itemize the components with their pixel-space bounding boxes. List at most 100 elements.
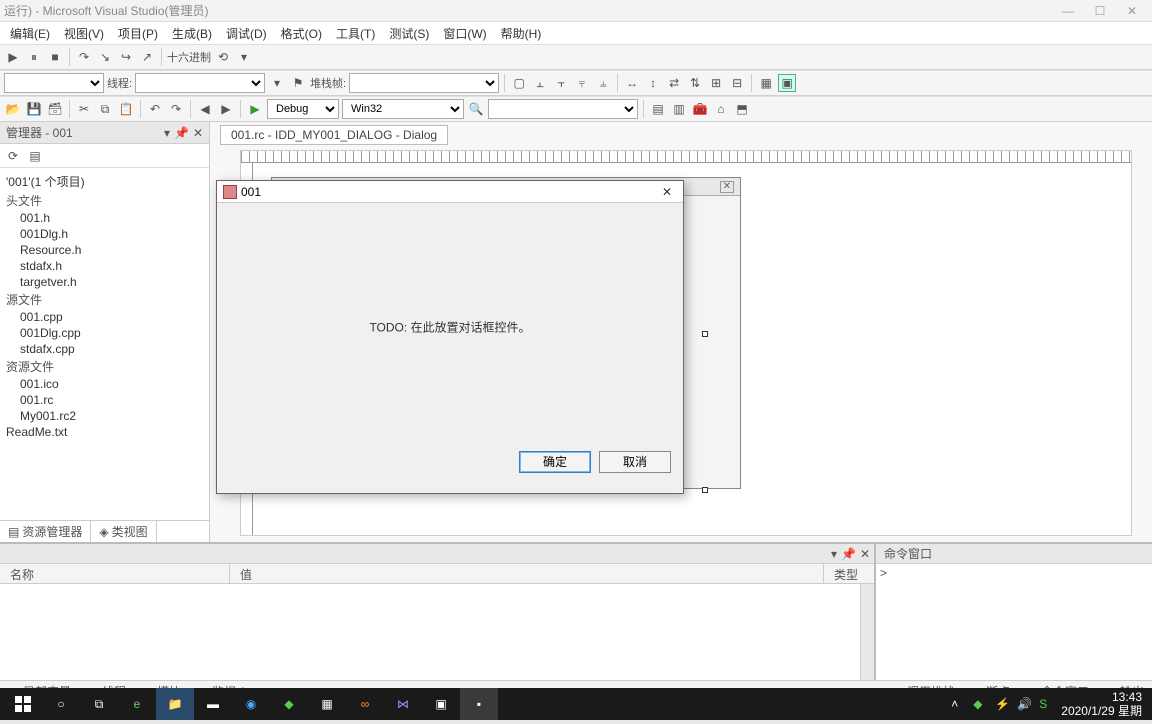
menu-window[interactable]: 窗口(W)	[437, 23, 492, 44]
menu-edit[interactable]: 编辑(E)	[4, 23, 56, 44]
find-icon[interactable]: 🔍	[467, 100, 485, 118]
tree-item[interactable]: 001Dlg.cpp	[20, 325, 203, 341]
tab-class-view[interactable]: ◈类视图	[91, 521, 156, 542]
open-icon[interactable]: 📂	[4, 100, 22, 118]
scrollbar[interactable]	[860, 584, 874, 680]
space-v-icon[interactable]: ⇅	[686, 74, 704, 92]
thread-combo[interactable]	[135, 73, 265, 93]
copy-icon[interactable]: ⧉	[96, 100, 114, 118]
sources-group[interactable]: 源文件	[6, 290, 203, 309]
col-type[interactable]: 类型	[824, 564, 874, 583]
menu-project[interactable]: 项目(P)	[112, 23, 164, 44]
start-button[interactable]	[4, 688, 42, 720]
save-icon[interactable]: 💾	[25, 100, 43, 118]
taskbar-app2-icon[interactable]: ◆	[270, 688, 308, 720]
design-dialog-close-icon[interactable]: ✕	[720, 181, 734, 193]
menu-test[interactable]: 测试(S)	[383, 23, 435, 44]
taskbar-browser-icon[interactable]: e	[118, 688, 156, 720]
size-h-icon[interactable]: ↔	[623, 74, 641, 92]
col-name[interactable]: 名称	[0, 564, 230, 583]
space-h-icon[interactable]: ⇄	[665, 74, 683, 92]
guides-icon[interactable]: ▣	[778, 74, 796, 92]
tree-item[interactable]: Resource.h	[20, 242, 203, 258]
center-h-icon[interactable]: ⊞	[707, 74, 725, 92]
menu-help[interactable]: 帮助(H)	[495, 23, 548, 44]
tray-volume-icon[interactable]: 🔊	[1017, 697, 1031, 711]
document-tab[interactable]: 001.rc - IDD_MY001_DIALOG - Dialog	[220, 125, 448, 145]
center-v-icon[interactable]: ⊟	[728, 74, 746, 92]
menu-format[interactable]: 格式(O)	[275, 23, 328, 44]
align-bottom-icon[interactable]: ⫨	[594, 74, 612, 92]
taskbar-terminal-icon[interactable]: ▬	[194, 688, 232, 720]
grid-icon[interactable]: ▦	[757, 74, 775, 92]
panel-pin-icon[interactable]: 📌	[174, 126, 189, 140]
tree-item[interactable]: ReadMe.txt	[6, 424, 203, 440]
step-over-icon[interactable]: ↪	[117, 48, 135, 66]
task-view-icon[interactable]: ⧉	[80, 688, 118, 720]
tray-network-icon[interactable]: ⚡	[995, 697, 1009, 711]
taskbar-running-app-icon[interactable]: ▪	[460, 688, 498, 720]
running-dialog-titlebar[interactable]: 001 ✕	[217, 181, 683, 203]
continue-icon[interactable]: ▶	[4, 48, 22, 66]
running-dialog-close-icon[interactable]: ✕	[657, 185, 677, 199]
pause-icon[interactable]: ⏸	[25, 48, 43, 66]
config-combo[interactable]: Debug	[267, 99, 339, 119]
show-all-icon[interactable]: ▤	[26, 147, 44, 165]
panel-close-icon[interactable]: ✕	[193, 126, 203, 140]
redo-icon[interactable]: ↷	[167, 100, 185, 118]
step-out-icon[interactable]: ↗	[138, 48, 156, 66]
resize-handle-e[interactable]	[702, 331, 708, 337]
taskbar-explorer-icon[interactable]: 📁	[156, 688, 194, 720]
windows-taskbar[interactable]: ○ ⧉ e 📁 ▬ ◉ ◆ ▦ ∞ ⋈ ▣ ▪ ˄ ◆ ⚡ 🔊 S 13:43 …	[0, 688, 1152, 720]
taskbar-clock[interactable]: 13:43 2020/1/29 星期	[1061, 690, 1142, 719]
tree-item[interactable]: 001.h	[20, 210, 203, 226]
resources-group[interactable]: 资源文件	[6, 357, 203, 376]
panel-dropdown-icon[interactable]: ▾	[164, 126, 170, 140]
tab-resource-manager[interactable]: ▤资源管理器	[0, 521, 91, 542]
tree-item[interactable]: 001.ico	[20, 376, 203, 392]
menu-view[interactable]: 视图(V)	[58, 23, 110, 44]
align-top-icon[interactable]: ⫧	[573, 74, 591, 92]
cortana-icon[interactable]: ○	[42, 688, 80, 720]
step-into-icon[interactable]: ↘	[96, 48, 114, 66]
stop-icon[interactable]: ■	[46, 48, 64, 66]
menu-debug[interactable]: 调试(D)	[220, 23, 273, 44]
find-combo[interactable]	[488, 99, 638, 119]
panel-pin-icon[interactable]: 📌	[841, 547, 856, 561]
undo-icon[interactable]: ↶	[146, 100, 164, 118]
solution-node[interactable]: '001'(1 个项目)	[6, 172, 203, 191]
taskbar-app4-icon[interactable]: ∞	[346, 688, 384, 720]
command-window-body[interactable]: >	[876, 564, 1152, 680]
start-debug-icon[interactable]: ▶	[246, 100, 264, 118]
tree-item[interactable]: stdafx.cpp	[20, 341, 203, 357]
menu-build[interactable]: 生成(B)	[166, 23, 218, 44]
tray-app-icon[interactable]: ◆	[973, 697, 987, 711]
thread-icon[interactable]: ▾	[268, 74, 286, 92]
tree-item[interactable]: stdafx.h	[20, 258, 203, 274]
hex-toggle-icon[interactable]: ⟲	[214, 48, 232, 66]
tool-dropdown-icon[interactable]: ▾	[235, 48, 253, 66]
maximize-button[interactable]: ☐	[1090, 4, 1110, 18]
menu-tools[interactable]: 工具(T)	[330, 23, 381, 44]
minimize-button[interactable]: —	[1058, 4, 1078, 18]
ext-icon[interactable]: ⬒	[733, 100, 751, 118]
flag-icon[interactable]: ⚑	[289, 74, 307, 92]
toolbox-icon[interactable]: 🧰	[691, 100, 709, 118]
nav-fwd-icon[interactable]: ▶	[217, 100, 235, 118]
cut-icon[interactable]: ✂	[75, 100, 93, 118]
resize-handle-se[interactable]	[702, 487, 708, 493]
align-v-icon[interactable]: ⫟	[552, 74, 570, 92]
solution-tree[interactable]: '001'(1 个项目) 头文件 001.h 001Dlg.h Resource…	[0, 168, 209, 520]
nav-back-icon[interactable]: ◀	[196, 100, 214, 118]
tree-item[interactable]: My001.rc2	[20, 408, 203, 424]
start-page-icon[interactable]: ⌂	[712, 100, 730, 118]
tree-item[interactable]: 001.cpp	[20, 309, 203, 325]
taskbar-vs-icon[interactable]: ⋈	[384, 688, 422, 720]
size-v-icon[interactable]: ↕	[644, 74, 662, 92]
paste-icon[interactable]: 📋	[117, 100, 135, 118]
ok-button[interactable]: 确定	[519, 451, 591, 473]
taskbar-app5-icon[interactable]: ▣	[422, 688, 460, 720]
headers-group[interactable]: 头文件	[6, 191, 203, 210]
step-icon[interactable]: ↷	[75, 48, 93, 66]
refresh-icon[interactable]: ⟳	[4, 147, 22, 165]
